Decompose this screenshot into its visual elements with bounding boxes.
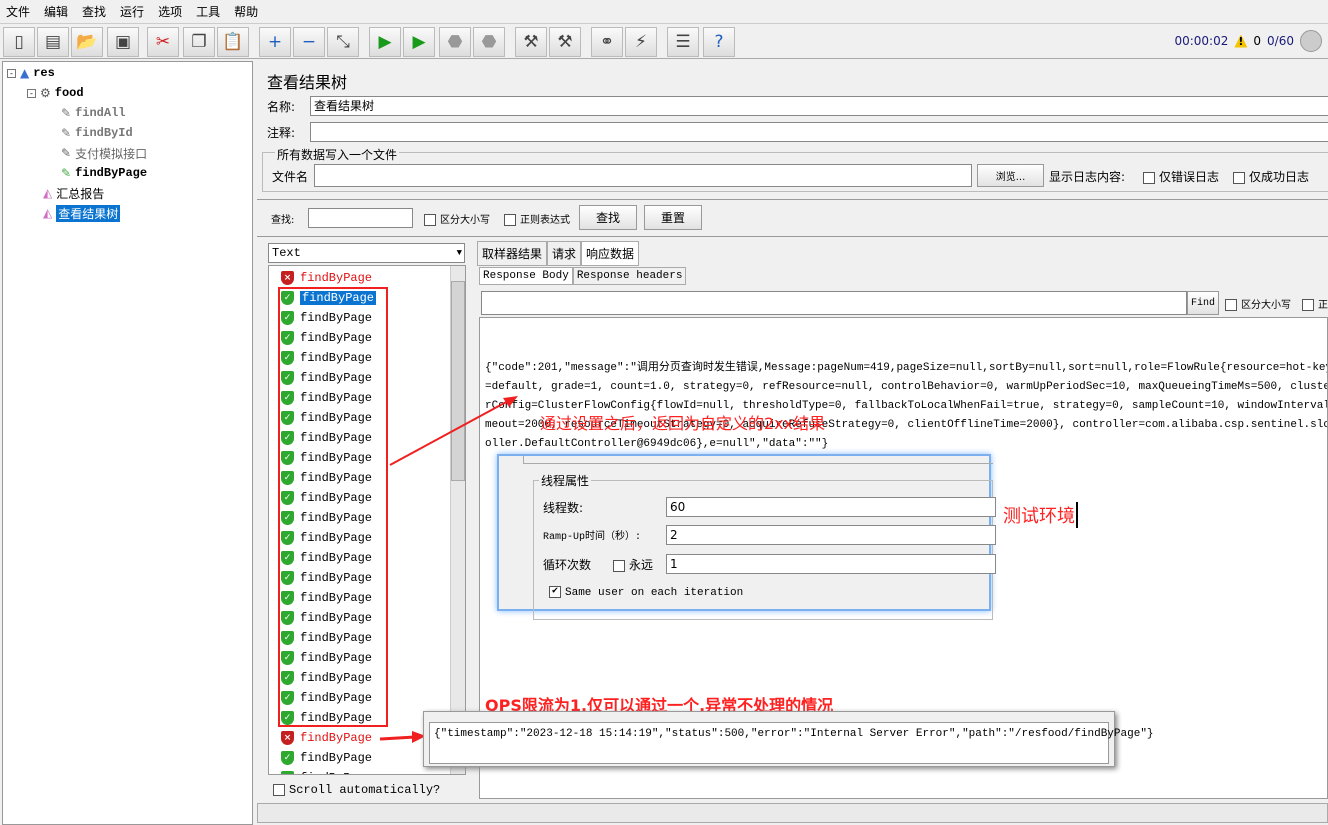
thread-props-title: 线程属性	[539, 472, 592, 489]
error-response-body: {"timestamp":"2023-12-18 15:14:19","stat…	[429, 722, 1154, 764]
thread-properties-screenshot: 线程属性 线程数: 60 Ramp-Up时间（秒）: 2 循环次数 永远 1 ✔…	[497, 454, 996, 620]
arrow-to-response	[389, 399, 511, 466]
error-response-screenshot: {"timestamp":"2023-12-18 15:14:19","stat…	[423, 711, 1154, 767]
forever-checkbox[interactable]: 永远	[613, 556, 653, 573]
rampup-label: Ramp-Up时间（秒）:	[543, 532, 642, 543]
loops-input[interactable]: 1	[666, 554, 996, 574]
threads-label: 线程数:	[543, 501, 584, 515]
annotation-custom-result: 通过设置之后，返回为自定义的2xx结果	[540, 414, 826, 433]
arrow-to-error	[379, 735, 416, 741]
rampup-input[interactable]: 2	[666, 525, 996, 545]
annotation-test-env: 测试环境	[1003, 502, 1078, 528]
loop-label: 循环次数	[543, 558, 592, 572]
threads-input[interactable]: 60	[666, 497, 996, 517]
same-user-checkbox[interactable]: ✔ Same user on each iteration	[549, 586, 743, 599]
